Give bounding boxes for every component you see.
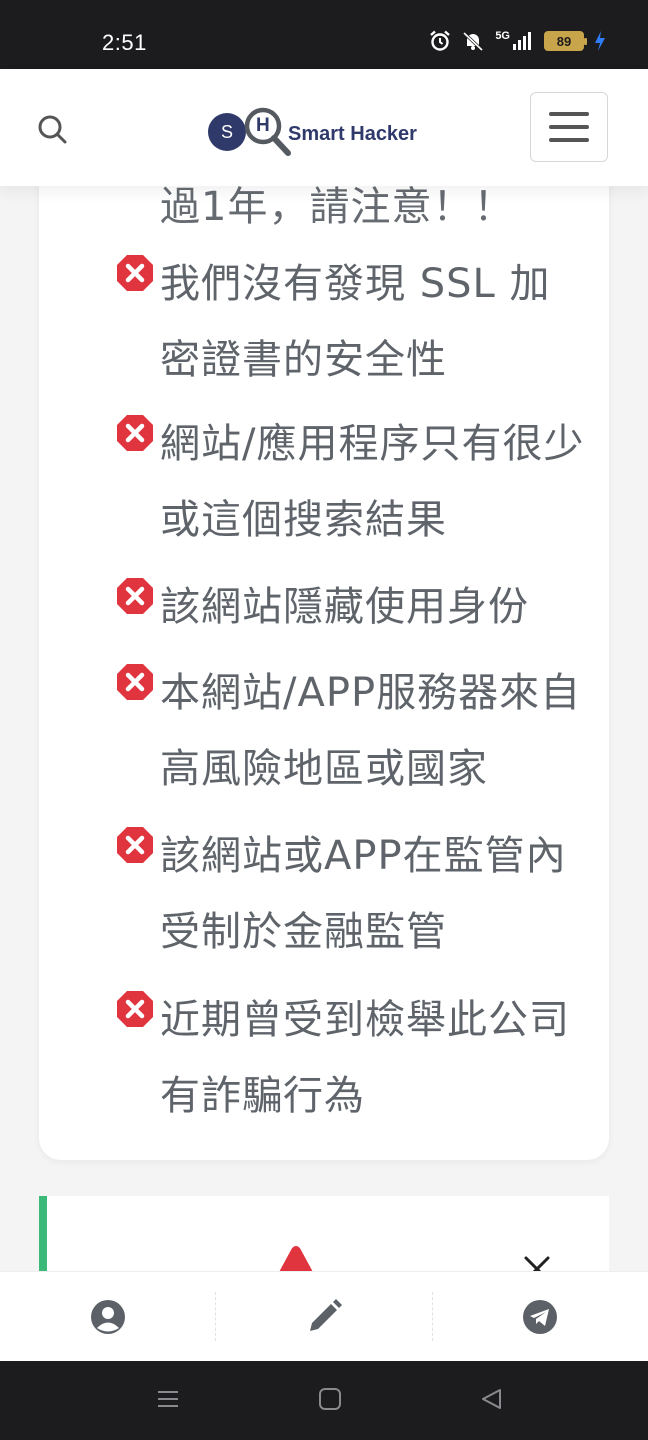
hamburger-menu-button[interactable] — [530, 92, 608, 162]
error-icon — [117, 827, 153, 863]
site-header: S H Smart Hacker — [0, 69, 648, 186]
risk-item-text: 該網站或APP在監管內受制於金融監管 — [160, 833, 567, 955]
risk-item-text: 本網站/APP服務器來自高風險地區或國家 — [160, 670, 582, 792]
app-screen: 2:51 5G 89 過1年，請注意！！ 我們沒有發現 SSL 加密證書的安全性… — [0, 0, 648, 1440]
menu-bar — [549, 138, 589, 142]
warning-icon — [278, 1246, 314, 1274]
logo-s-circle: S — [208, 113, 246, 151]
status-time: 2:51 — [102, 30, 147, 55]
risk-item-text: 近期曾受到檢舉此公司有詐騙行為 — [160, 997, 570, 1119]
menu-bar — [549, 112, 589, 116]
menu-bar — [549, 125, 589, 129]
bottom-nav — [0, 1271, 648, 1361]
status-bar: 2:51 5G 89 — [0, 0, 648, 69]
error-icon — [117, 255, 153, 291]
battery-indicator: 89 — [544, 31, 587, 51]
logo-letter-s: S — [220, 121, 233, 142]
search-icon[interactable] — [36, 113, 68, 145]
logo-brand-name: Smart Hacker — [288, 122, 417, 145]
nav-write[interactable] — [216, 1292, 433, 1341]
mute-icon — [463, 31, 484, 52]
alarm-icon — [430, 30, 451, 51]
battery-level: 89 — [556, 33, 572, 49]
nav-telegram[interactable] — [433, 1292, 648, 1341]
risk-item-text: 網站/應用程序只有很少或這個搜索結果 — [160, 421, 585, 543]
back-icon[interactable] — [480, 1387, 504, 1411]
nav-profile[interactable] — [0, 1292, 217, 1341]
risk-item-text: 該網站隱藏使用身份 — [160, 584, 529, 630]
home-icon[interactable] — [318, 1387, 342, 1411]
error-icon — [117, 991, 153, 1027]
error-icon — [117, 415, 153, 451]
recent-apps-icon[interactable] — [156, 1387, 180, 1411]
site-logo[interactable]: S H Smart Hacker — [208, 107, 417, 157]
user-icon — [90, 1299, 125, 1334]
charging-icon — [595, 31, 605, 51]
network-label: 5G — [495, 30, 510, 42]
pencil-icon — [309, 1298, 342, 1331]
error-icon — [117, 664, 153, 700]
logo-magnifier-icon: H — [244, 107, 292, 157]
status-icons: 5G 89 — [429, 30, 606, 52]
error-icon — [117, 578, 153, 614]
signal-icon — [513, 32, 531, 50]
risk-item-text: 我們沒有發現 SSL 加密證書的安全性 — [160, 261, 551, 383]
system-nav-bar — [0, 1361, 648, 1440]
telegram-icon — [523, 1299, 558, 1334]
logo-letter-h: H — [256, 115, 270, 136]
